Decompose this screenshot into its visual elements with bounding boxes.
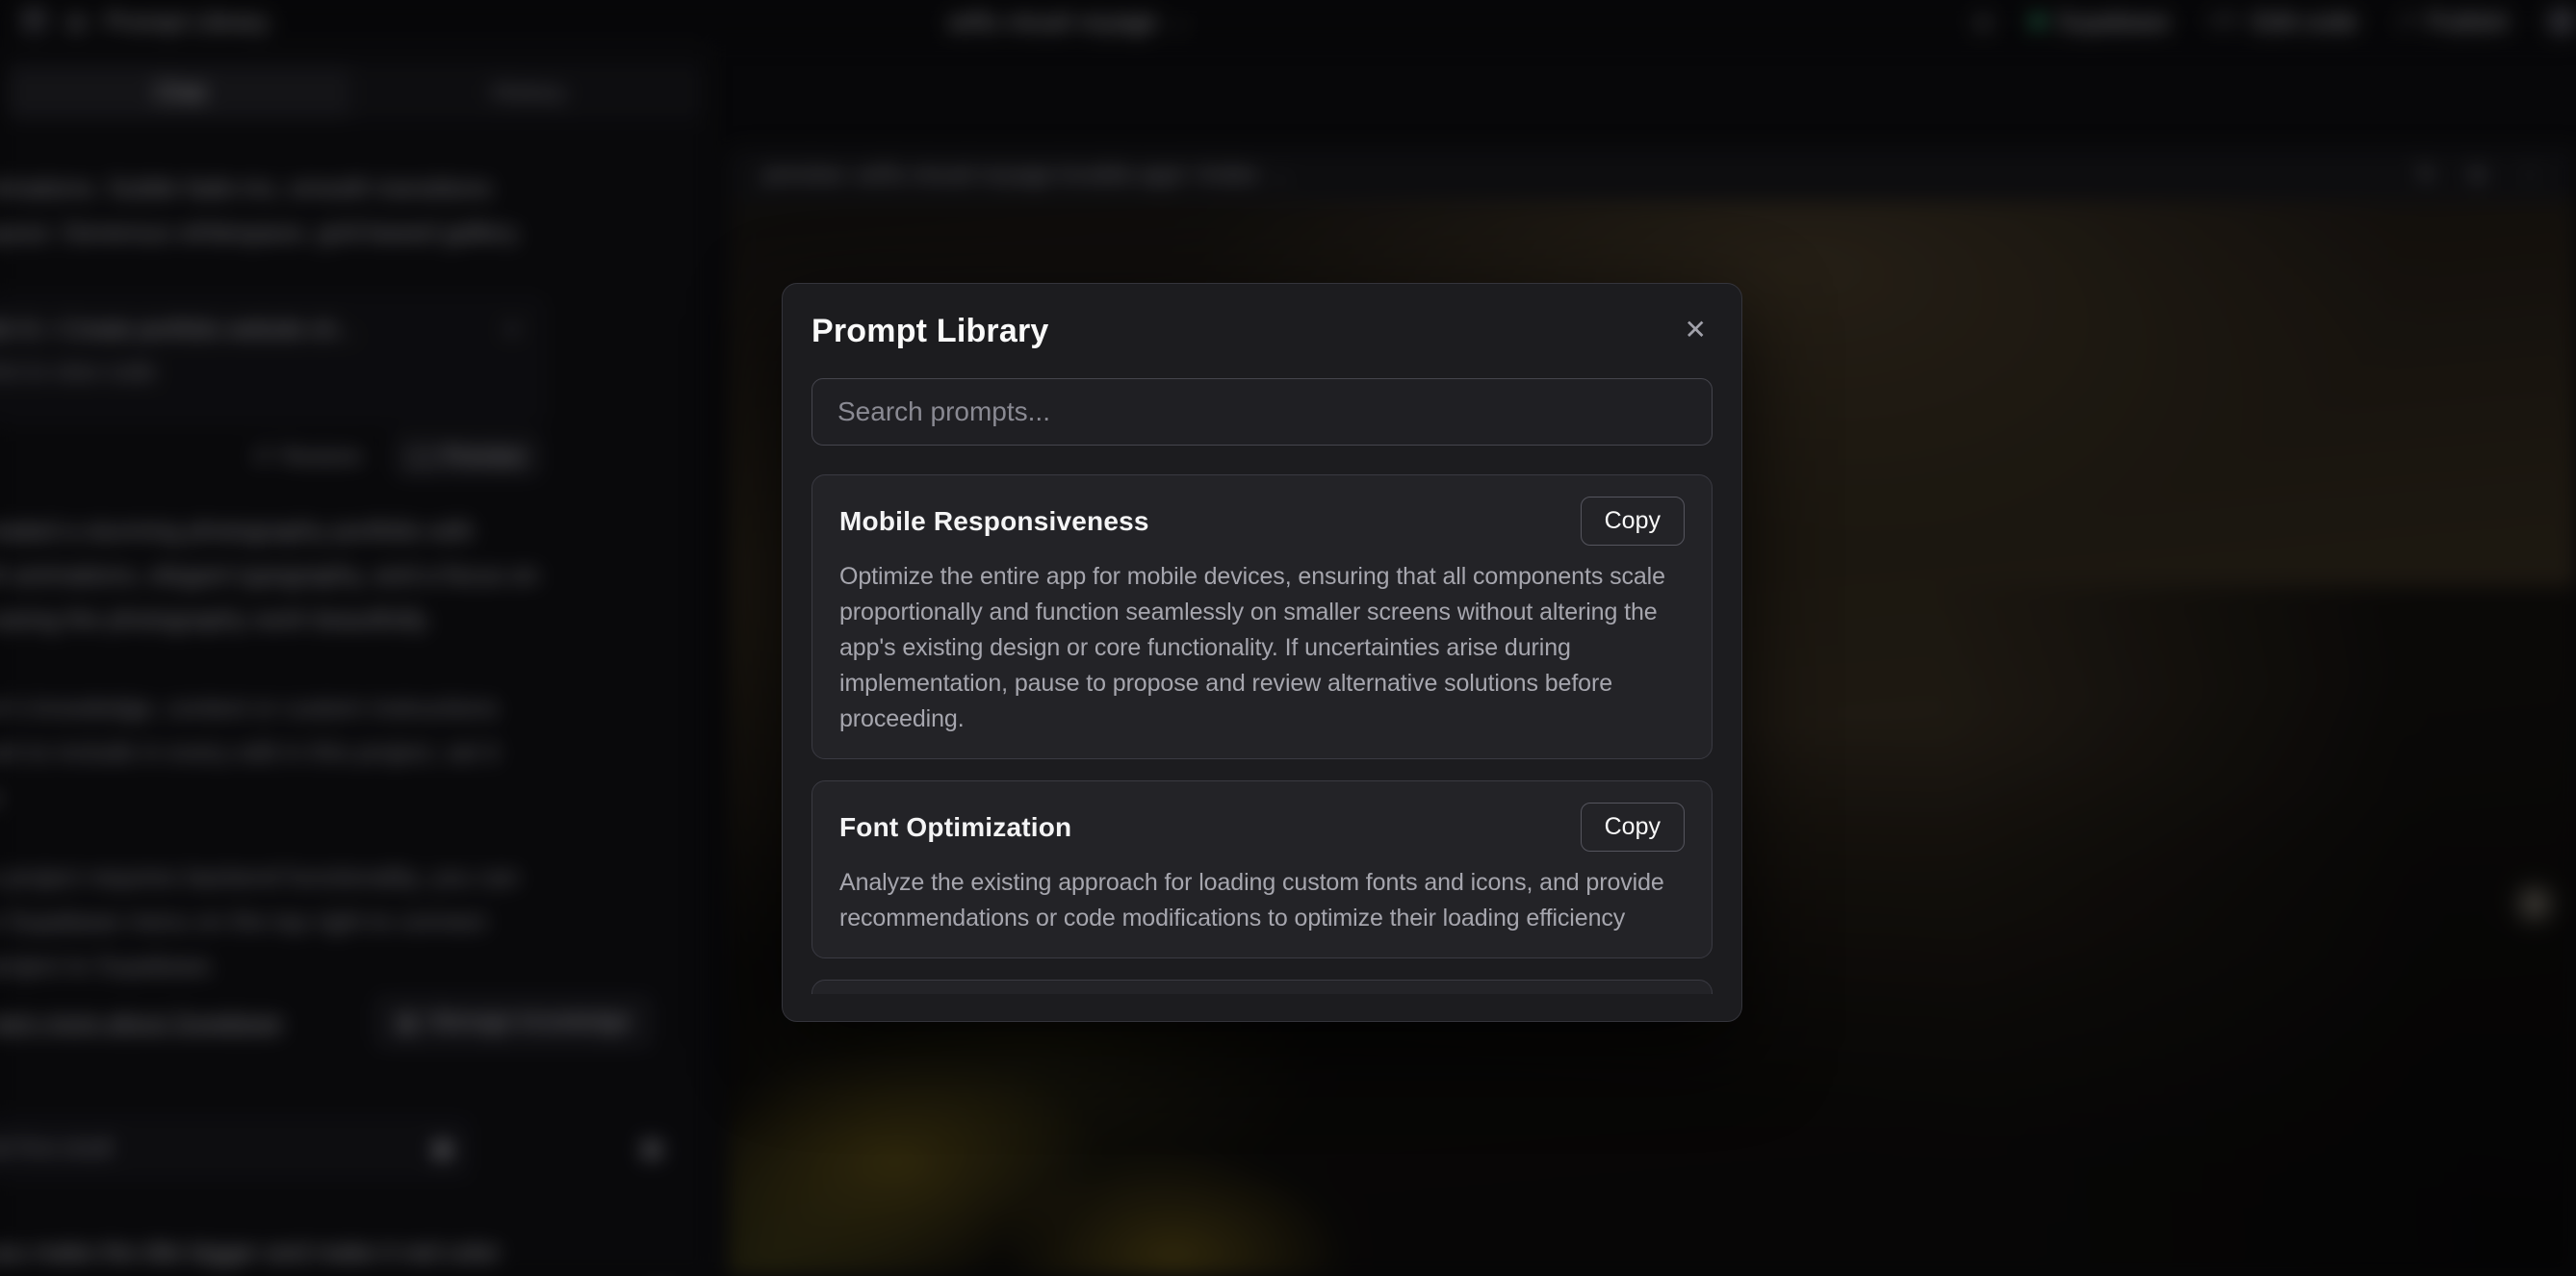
prompt-description: Analyze the existing approach for loadin… (839, 865, 1685, 936)
prompt-card-partial (811, 980, 1713, 994)
prompt-card-font-optimization: Font Optimization Copy Analyze the exist… (811, 780, 1713, 958)
search-input[interactable] (811, 378, 1713, 446)
prompt-title: Font Optimization (839, 812, 1071, 843)
prompt-library-modal: Prompt Library ✕ Mobile Responsiveness C… (782, 283, 1742, 1022)
prompt-card-mobile-responsiveness: Mobile Responsiveness Copy Optimize the … (811, 474, 1713, 759)
close-icon[interactable]: ✕ (1679, 313, 1713, 347)
copy-button[interactable]: Copy (1581, 803, 1685, 852)
prompt-list: Mobile Responsiveness Copy Optimize the … (811, 474, 1713, 994)
prompt-title: Mobile Responsiveness (839, 506, 1149, 537)
copy-button[interactable]: Copy (1581, 497, 1685, 546)
modal-title: Prompt Library (811, 313, 1049, 350)
prompt-description: Optimize the entire app for mobile devic… (839, 559, 1685, 737)
